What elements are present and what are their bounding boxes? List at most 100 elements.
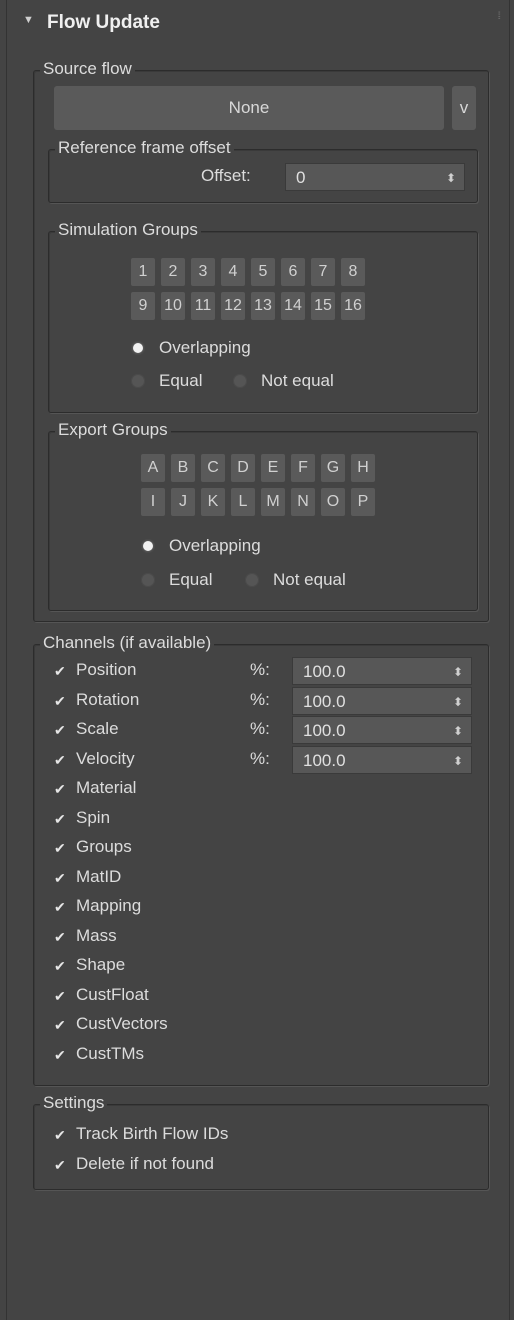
- checkmark-icon[interactable]: ✔: [54, 899, 70, 915]
- channel-row: ✔ MatID: [34, 864, 488, 892]
- exp-group-button[interactable]: M: [261, 488, 285, 516]
- exp-not-equal-radio[interactable]: [245, 573, 259, 587]
- spinner-arrows-icon[interactable]: ⬍: [453, 747, 463, 775]
- channel-row: ✔ Rotation%: 100.0 ⬍: [34, 686, 488, 716]
- sim-group-button[interactable]: 7: [311, 258, 335, 286]
- settings-row: ✔ Delete if not found: [34, 1151, 488, 1179]
- channels-label: Channels (if available): [40, 633, 215, 653]
- spinner-arrows-icon[interactable]: ⬍: [446, 164, 456, 192]
- checkmark-icon[interactable]: ✔: [54, 958, 70, 974]
- percent-spinner[interactable]: 100.0 ⬍: [292, 716, 472, 744]
- exp-group-button[interactable]: F: [291, 454, 315, 482]
- exp-overlapping-label: Overlapping: [169, 536, 261, 555]
- source-flow-button[interactable]: None: [54, 86, 444, 130]
- checkmark-icon[interactable]: ✔: [54, 722, 70, 738]
- checkmark-icon[interactable]: ✔: [54, 693, 70, 709]
- checkmark-icon[interactable]: ✔: [54, 663, 70, 679]
- simulation-groups-group: Simulation Groups 1 2 3 4 5 6 7 8 9 10 11 12 13 14 15 1…: [48, 220, 478, 413]
- exp-overlapping-radio[interactable]: [141, 539, 155, 553]
- exp-group-button[interactable]: A: [141, 454, 165, 482]
- exp-group-button[interactable]: O: [321, 488, 345, 516]
- sim-equal-radio[interactable]: [131, 374, 145, 388]
- sim-group-button[interactable]: 16: [341, 292, 365, 320]
- exp-group-button[interactable]: K: [201, 488, 225, 516]
- sim-group-button[interactable]: 9: [131, 292, 155, 320]
- exp-group-button[interactable]: L: [231, 488, 255, 516]
- reference-frame-label: Reference frame offset: [55, 138, 234, 158]
- checkmark-icon[interactable]: ✔: [54, 1127, 70, 1143]
- exp-group-button[interactable]: E: [261, 454, 285, 482]
- sim-group-button[interactable]: 1: [131, 258, 155, 286]
- checkmark-icon[interactable]: ✔: [54, 988, 70, 1004]
- triangle-down-icon[interactable]: ▼: [23, 14, 34, 26]
- spinner-arrows-icon[interactable]: ⬍: [453, 688, 463, 716]
- percent-spinner[interactable]: 100.0 ⬍: [292, 745, 472, 775]
- percent-spinner[interactable]: 100.0 ⬍: [292, 657, 472, 685]
- spinner-arrows-icon[interactable]: ⬍: [453, 658, 463, 686]
- sim-overlapping-radio[interactable]: [131, 341, 145, 355]
- source-flow-dropdown-button[interactable]: v: [452, 86, 476, 130]
- channel-row: ✔ CustTMs: [34, 1041, 488, 1069]
- channel-row: ✔ CustFloat: [34, 982, 488, 1010]
- exp-group-button[interactable]: P: [351, 488, 375, 516]
- exp-not-equal-label: Not equal: [273, 570, 346, 589]
- offset-spinner[interactable]: 0 ⬍: [285, 163, 465, 191]
- sim-group-button[interactable]: 11: [191, 292, 215, 320]
- sim-group-button[interactable]: 4: [221, 258, 245, 286]
- checkmark-icon[interactable]: ✔: [54, 840, 70, 856]
- simulation-groups-label: Simulation Groups: [55, 220, 201, 240]
- checkmark-icon[interactable]: ✔: [54, 781, 70, 797]
- sim-group-button[interactable]: 15: [311, 292, 335, 320]
- sim-not-equal-radio[interactable]: [233, 374, 247, 388]
- channel-label: Velocity: [76, 748, 135, 768]
- offset-label: Offset:: [201, 166, 251, 185]
- channel-row: ✔ Mapping: [34, 893, 488, 921]
- checkmark-icon[interactable]: ✔: [54, 1157, 70, 1173]
- sim-group-button[interactable]: 12: [221, 292, 245, 320]
- channels-group: Channels (if available) ✔ Position%: 100.0…: [33, 633, 489, 1086]
- export-groups-group: Export Groups ABCDEFGH IJKLMNOP Overlappi…: [48, 420, 478, 611]
- exp-group-button[interactable]: I: [141, 488, 165, 516]
- sim-group-button[interactable]: 3: [191, 258, 215, 286]
- sim-group-button[interactable]: 8: [341, 258, 365, 286]
- sim-not-equal-label: Not equal: [261, 371, 334, 390]
- channel-label: Material: [76, 778, 137, 797]
- exp-group-button[interactable]: C: [201, 454, 225, 482]
- reference-frame-group: Reference frame offset Offset: 0 ⬍: [48, 138, 478, 203]
- sim-group-button[interactable]: 6: [281, 258, 305, 286]
- checkmark-icon[interactable]: ✔: [54, 1017, 70, 1033]
- exp-group-button[interactable]: B: [171, 454, 195, 482]
- channel-row: ✔ Spin: [34, 805, 488, 833]
- channel-row: ✔ Velocity%: 100.0 ⬍: [34, 745, 488, 775]
- channel-label: Shape: [76, 955, 126, 974]
- exp-group-button[interactable]: N: [291, 488, 315, 516]
- export-groups-label: Export Groups: [55, 420, 171, 440]
- checkmark-icon[interactable]: ✔: [54, 870, 70, 886]
- spinner-arrows-icon[interactable]: ⬍: [453, 717, 463, 745]
- exp-group-button[interactable]: H: [351, 454, 375, 482]
- exp-group-button[interactable]: J: [171, 488, 195, 516]
- sim-group-button[interactable]: 14: [281, 292, 305, 320]
- checkmark-icon[interactable]: ✔: [54, 811, 70, 827]
- exp-equal-radio[interactable]: [141, 573, 155, 587]
- exp-group-button[interactable]: G: [321, 454, 345, 482]
- checkmark-icon[interactable]: ✔: [54, 929, 70, 945]
- sim-group-button[interactable]: 5: [251, 258, 275, 286]
- percent-label: %:: [250, 689, 270, 709]
- checkmark-icon[interactable]: ✔: [54, 1047, 70, 1063]
- percent-spinner[interactable]: 100.0 ⬍: [292, 686, 472, 716]
- sim-group-button[interactable]: 10: [161, 292, 185, 320]
- offset-value: 0: [296, 168, 306, 187]
- channel-row: ✔ Groups: [34, 834, 488, 862]
- exp-group-button[interactable]: D: [231, 454, 255, 482]
- channel-label: CustVectors: [76, 1014, 168, 1033]
- settings-label: Settings: [40, 1093, 108, 1113]
- rollout-header[interactable]: ▼ Flow Update ⁞⁞: [7, 0, 509, 48]
- grip-dots-icon[interactable]: ⁞⁞: [497, 12, 500, 22]
- channel-label: CustFloat: [76, 984, 149, 1004]
- sim-group-button[interactable]: 13: [251, 292, 275, 320]
- settings-group: Settings ✔ Track Birth Flow IDs ✔ Delete if…: [33, 1093, 489, 1190]
- sim-group-button[interactable]: 2: [161, 258, 185, 286]
- channel-row: ✔ Scale%: 100.0 ⬍: [34, 716, 488, 744]
- checkmark-icon[interactable]: ✔: [54, 752, 70, 768]
